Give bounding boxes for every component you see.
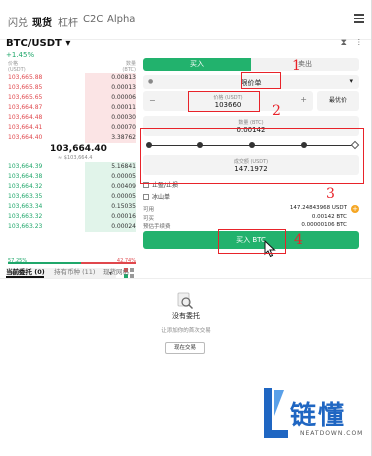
amount-label: 数量 (BTC): [238, 120, 264, 126]
tab-open-orders[interactable]: 当前委托 (0): [6, 266, 45, 276]
watermark-url: NEATDOWN.COM: [300, 430, 364, 437]
ask-qty: 0.00030: [111, 114, 136, 121]
bid-row[interactable]: 103,664.38 0.00005: [8, 172, 136, 182]
bid-price: 103,663.35: [8, 193, 43, 200]
trade-now-button[interactable]: 现在交易: [165, 342, 205, 354]
ask-qty: 0.00070: [111, 124, 136, 131]
ask-qty: 0.00013: [111, 84, 136, 91]
bid-qty: 0.00005: [111, 173, 136, 180]
annotation-box-1: [241, 72, 281, 89]
buy-tab[interactable]: 买入: [143, 58, 251, 71]
bid-qty: 0.00409: [111, 183, 136, 190]
tab-holdings[interactable]: 持有币种 (11): [54, 266, 95, 276]
ask-row[interactable]: 103,664.40 3.38762: [8, 133, 136, 143]
menu-icon[interactable]: [354, 14, 364, 25]
bid-qty: 0.00016: [111, 213, 136, 220]
bid-qty: 0.15035: [111, 203, 136, 210]
bid-price: 103,664.39: [8, 163, 43, 170]
ask-qty: 0.00813: [111, 74, 136, 81]
iceberg-checkbox[interactable]: 冰山单: [143, 192, 170, 201]
available-value: 147.24843968 USDT: [289, 205, 347, 211]
bid-row[interactable]: 103,664.32 0.00409: [8, 182, 136, 192]
ask-row[interactable]: 103,665.88 0.00813: [8, 73, 136, 83]
last-price: 103,664.40: [50, 144, 107, 154]
bid-price: 103,663.34: [8, 203, 43, 210]
tab-c2c[interactable]: C2C: [83, 14, 103, 25]
annotation-box-2: [188, 91, 260, 112]
can-buy-value: 0.00142 BTC: [311, 214, 347, 220]
ask-price: 103,665.88: [8, 74, 43, 81]
annotation-box-3: [140, 128, 364, 184]
last-price-usd: ≈ $103,664.4: [58, 155, 93, 161]
bid-row[interactable]: 103,663.35 0.00005: [8, 192, 136, 202]
sell-tab[interactable]: 卖出: [251, 58, 359, 71]
bid-price: 103,663.23: [8, 223, 43, 230]
empty-search-icon: [177, 292, 193, 309]
available-label: 可用: [143, 207, 155, 213]
orderbook-header: 价格 (USDT) 数量 (BTC): [8, 60, 136, 73]
watermark-text: 链懂: [290, 401, 347, 431]
tab-alpha[interactable]: Alpha: [107, 14, 135, 25]
bid-qty: 5.16841: [111, 163, 136, 170]
tab-spot-grid[interactable]: 现货网格: [103, 266, 129, 276]
best-price-button[interactable]: 最优价: [317, 91, 359, 111]
ask-price: 103,664.87: [8, 104, 43, 111]
bid-row[interactable]: 103,663.32 0.00016: [8, 212, 136, 222]
bid-qty: 0.00024: [111, 223, 136, 230]
ask-qty: 0.00011: [111, 104, 136, 111]
chart-tools-icon[interactable]: ⧗ ⫶: [341, 38, 364, 48]
orders-tabbar: 当前委托 (0) 持有币种 (11) 现货网格: [0, 264, 372, 278]
iceberg-label: 冰山单: [152, 194, 171, 201]
annotation-number-2: 2: [272, 103, 281, 119]
price-column-header: 价格 (USDT): [8, 61, 26, 73]
available-row: 可用 147.24843968 USDT +: [143, 205, 359, 214]
ask-qty: 0.00006: [111, 94, 136, 101]
divider: [0, 278, 372, 279]
chevron-down-icon: ▾: [349, 77, 353, 85]
bid-row[interactable]: 103,663.23 0.00024: [8, 222, 136, 232]
annotation-number-1: 1: [292, 58, 301, 74]
top-nav: 闪兑 现货 杠杆 C2C Alpha: [0, 0, 372, 40]
annotation-box-4: [218, 229, 286, 254]
fee-label: 预估手续费: [143, 224, 171, 230]
watermark-logo-icon: [264, 388, 288, 438]
bid-row[interactable]: 103,664.39 5.16841: [8, 162, 136, 172]
bid-qty: 0.00005: [111, 193, 136, 200]
empty-state-subtitle: 让添加你的首次交易: [161, 328, 211, 334]
bid-price: 103,663.32: [8, 213, 43, 220]
tab-margin[interactable]: 杠杆: [58, 14, 78, 29]
chevron-down-icon: ▾: [65, 38, 71, 49]
ask-price: 103,664.41: [8, 124, 43, 131]
ask-price: 103,664.48: [8, 114, 43, 121]
ask-row[interactable]: 103,665.65 0.00006: [8, 93, 136, 103]
deposit-plus-icon[interactable]: +: [351, 205, 359, 213]
ask-qty: 3.38762: [111, 134, 136, 141]
fee-value: 0.00000106 BTC: [301, 222, 347, 228]
ask-price: 103,664.40: [8, 134, 43, 141]
annotation-number-4: 4: [294, 232, 303, 248]
ask-row[interactable]: 103,665.85 0.00013: [8, 83, 136, 93]
pair-selector[interactable]: BTC/USDT ▾: [6, 38, 70, 49]
qty-column-header: 数量 (BTC): [122, 61, 136, 73]
bid-price: 103,664.32: [8, 183, 43, 190]
bid-price: 103,664.38: [8, 173, 43, 180]
tab-convert[interactable]: 闪兑: [8, 14, 28, 29]
ask-row[interactable]: 103,664.87 0.00011: [8, 103, 136, 113]
can-buy-row: 可买 0.00142 BTC: [143, 214, 359, 222]
price-change: +1.45%: [6, 51, 35, 59]
bid-row[interactable]: 103,663.34 0.15035: [8, 202, 136, 212]
ask-row[interactable]: 103,664.41 0.00070: [8, 123, 136, 133]
annotation-number-3: 3: [326, 186, 335, 202]
ask-price: 103,665.85: [8, 84, 43, 91]
ask-row[interactable]: 103,664.48 0.00030: [8, 113, 136, 123]
pair-symbol: BTC/USDT: [6, 38, 62, 49]
empty-state-title: 没有委托: [172, 312, 200, 320]
ask-price: 103,665.65: [8, 94, 43, 101]
tab-spot[interactable]: 现货: [32, 14, 52, 29]
increase-icon[interactable]: +: [300, 95, 307, 104]
